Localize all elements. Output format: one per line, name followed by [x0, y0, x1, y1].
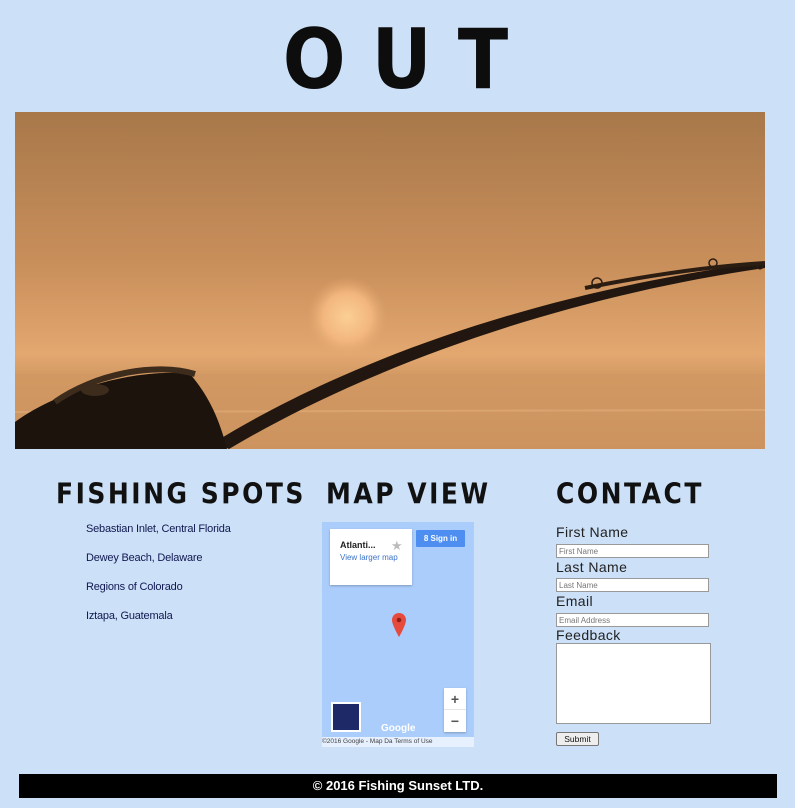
google-plus-icon: 8 [423, 534, 431, 543]
satellite-toggle[interactable] [331, 702, 361, 732]
fishing-spot-item: Sebastian Inlet, Central Florida [86, 523, 231, 535]
last-name-input[interactable] [556, 578, 709, 592]
fishing-spot-item: Regions of Colorado [86, 581, 183, 593]
view-larger-map-link[interactable]: View larger map [340, 553, 400, 563]
zoom-control: + − [444, 688, 466, 732]
map-pin-icon[interactable] [392, 613, 406, 637]
contact-heading: CONTACT [556, 477, 704, 511]
email-label: Email [556, 593, 594, 609]
hero-image [15, 112, 765, 449]
map-info-card: Atlanti... ★ View larger map [330, 529, 412, 585]
sign-in-label: Sign in [430, 534, 458, 543]
google-logo: Google [381, 723, 416, 734]
map-sign-in-button[interactable]: 8 Sign in [416, 530, 465, 547]
feedback-textarea[interactable] [556, 643, 711, 724]
fishing-spots-heading: FISHING SPOTS [56, 477, 306, 511]
star-icon[interactable]: ★ [391, 538, 403, 554]
first-name-input[interactable] [556, 544, 709, 558]
email-input[interactable] [556, 613, 709, 627]
last-name-label: Last Name [556, 559, 628, 575]
fishing-rod-sunset-photo [15, 112, 765, 449]
map-place-name: Atlanti... [340, 540, 376, 550]
map-view-heading: MAP VIEW [326, 477, 491, 511]
embedded-map[interactable]: Atlanti... ★ View larger map 8 Sign in G… [322, 522, 474, 747]
fishing-spots-list: Sebastian Inlet, Central Florida Dewey B… [86, 522, 231, 638]
first-name-label: First Name [556, 524, 629, 540]
footer: © 2016 Fishing Sunset LTD. [19, 774, 777, 798]
fishing-spot-item: Dewey Beach, Delaware [86, 552, 203, 564]
submit-button[interactable]: Submit [556, 732, 599, 746]
zoom-out-button[interactable]: − [444, 710, 466, 732]
zoom-in-button[interactable]: + [444, 688, 466, 710]
feedback-label: Feedback [556, 627, 621, 643]
map-attribution[interactable]: ©2016 Google - Map Da Terms of Use [322, 737, 474, 747]
fishing-spot-item: Iztapa, Guatemala [86, 610, 173, 622]
